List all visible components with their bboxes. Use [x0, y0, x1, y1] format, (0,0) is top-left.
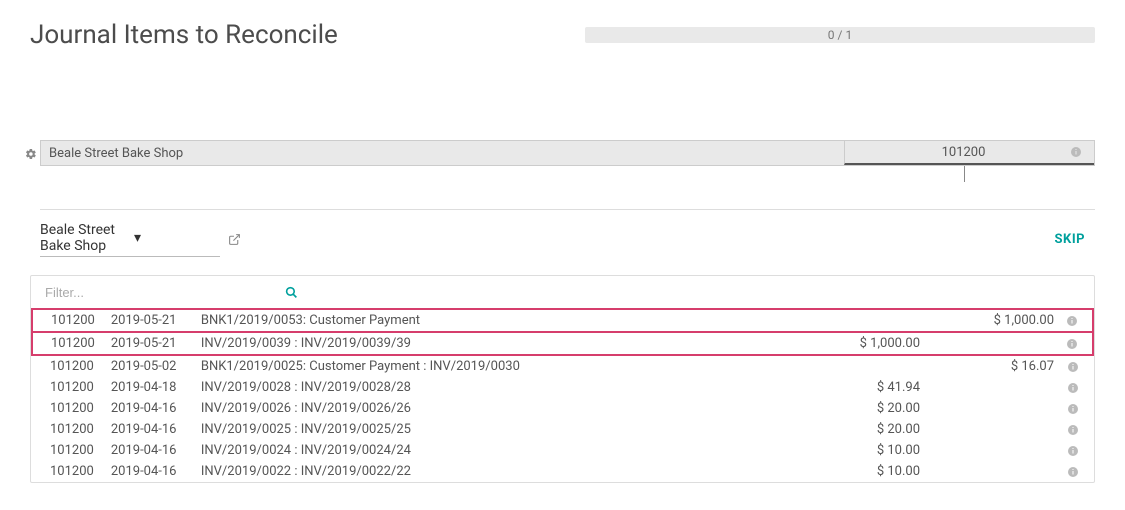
cell-debit [798, 355, 928, 377]
info-icon[interactable] [1070, 144, 1082, 160]
cell-desc: INV/2019/0022 : INV/2019/0022/22 [193, 461, 798, 482]
cell-date: 2019-04-18 [103, 377, 193, 398]
cell-code: 101200 [32, 332, 103, 355]
cell-code: 101200 [32, 377, 103, 398]
partner-name-bar: Beale Street Bake Shop [41, 146, 844, 161]
cell-date: 2019-04-16 [103, 398, 193, 419]
cell-desc: INV/2019/0024 : INV/2019/0024/24 [193, 440, 798, 461]
amount-underbar [40, 166, 1095, 210]
cell-code: 101200 [32, 309, 103, 332]
cell-desc: INV/2019/0039 : INV/2019/0039/39 [193, 332, 798, 355]
cell-debit: $ 20.00 [798, 398, 928, 419]
table-row[interactable]: 101200 2019-05-21 INV/2019/0039 : INV/20… [32, 332, 1093, 355]
cell-desc: INV/2019/0028 : INV/2019/0028/28 [193, 377, 798, 398]
cell-date: 2019-04-16 [103, 440, 193, 461]
external-link-icon[interactable] [228, 232, 241, 247]
cell-debit [798, 309, 928, 332]
cell-debit: $ 1,000.00 [798, 332, 928, 355]
partner-select-value: Beale Street Bake Shop [40, 222, 126, 254]
table-row[interactable]: 101200 2019-04-16 INV/2019/0025 : INV/20… [32, 419, 1093, 440]
cell-credit [928, 398, 1058, 419]
cell-debit: $ 10.00 [798, 440, 928, 461]
cell-code: 101200 [32, 398, 103, 419]
info-icon[interactable] [1058, 355, 1093, 377]
gear-icon[interactable] [25, 146, 37, 162]
cell-desc: BNK1/2019/0053: Customer Payment [193, 309, 798, 332]
lines-table: 101200 2019-05-21 BNK1/2019/0053: Custom… [31, 308, 1094, 482]
chevron-down-icon: ▾ [134, 230, 220, 246]
cell-date: 2019-04-16 [103, 419, 193, 440]
cell-credit [928, 332, 1058, 355]
cell-debit: $ 10.00 [798, 461, 928, 482]
info-icon[interactable] [1058, 332, 1093, 355]
table-row[interactable]: 101200 2019-04-16 INV/2019/0024 : INV/20… [32, 440, 1093, 461]
page-title: Journal Items to Reconcile [30, 20, 338, 50]
cell-debit: $ 20.00 [798, 419, 928, 440]
info-icon[interactable] [1058, 440, 1093, 461]
cell-date: 2019-05-02 [103, 355, 193, 377]
balance-tick [964, 166, 965, 182]
progress-bar: 0 / 1 [585, 27, 1095, 43]
cell-code: 101200 [32, 461, 103, 482]
info-icon[interactable] [1058, 377, 1093, 398]
table-row[interactable]: 101200 2019-04-18 INV/2019/0028 : INV/20… [32, 377, 1093, 398]
cell-credit [928, 461, 1058, 482]
cell-date: 2019-04-16 [103, 461, 193, 482]
cell-desc: BNK1/2019/0025: Customer Payment : INV/2… [193, 355, 798, 377]
cell-credit [928, 440, 1058, 461]
table-row[interactable]: 101200 2019-05-21 BNK1/2019/0053: Custom… [32, 309, 1093, 332]
info-icon[interactable] [1058, 461, 1093, 482]
info-icon[interactable] [1058, 309, 1093, 332]
cell-desc: INV/2019/0025 : INV/2019/0025/25 [193, 419, 798, 440]
account-number: 101200 [857, 145, 1070, 160]
cell-code: 101200 [32, 355, 103, 377]
cell-credit: $ 1,000.00 [928, 309, 1058, 332]
cell-credit [928, 377, 1058, 398]
table-row[interactable]: 101200 2019-05-02 BNK1/2019/0025: Custom… [32, 355, 1093, 377]
table-row[interactable]: 101200 2019-04-16 INV/2019/0026 : INV/20… [32, 398, 1093, 419]
cell-desc: INV/2019/0026 : INV/2019/0026/26 [193, 398, 798, 419]
cell-code: 101200 [32, 440, 103, 461]
partner-bar: Beale Street Bake Shop 101200 [40, 140, 1095, 166]
cell-credit [928, 419, 1058, 440]
search-icon[interactable] [285, 284, 298, 300]
skip-button[interactable]: SKIP [1055, 232, 1085, 247]
cell-date: 2019-05-21 [103, 332, 193, 355]
cell-credit: $ 16.07 [928, 355, 1058, 377]
partner-select[interactable]: Beale Street Bake Shop ▾ [40, 222, 220, 257]
info-icon[interactable] [1058, 419, 1093, 440]
cell-code: 101200 [32, 419, 103, 440]
account-box: 101200 [844, 141, 1094, 165]
cell-debit: $ 41.94 [798, 377, 928, 398]
table-row[interactable]: 101200 2019-04-16 INV/2019/0022 : INV/20… [32, 461, 1093, 482]
filter-input[interactable] [45, 285, 275, 300]
info-icon[interactable] [1058, 398, 1093, 419]
cell-date: 2019-05-21 [103, 309, 193, 332]
lines-panel: 101200 2019-05-21 BNK1/2019/0053: Custom… [30, 275, 1095, 483]
progress-text: 0 / 1 [585, 28, 1095, 42]
